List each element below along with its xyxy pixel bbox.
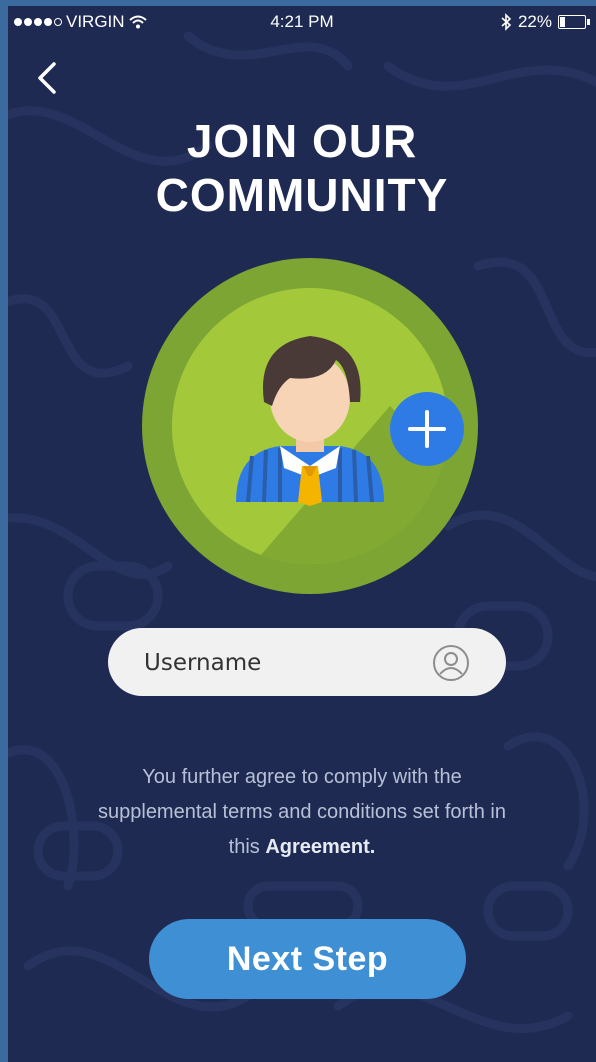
chevron-left-icon (38, 62, 56, 94)
title-line-1: JOIN OUR (186, 115, 418, 167)
username-field[interactable] (108, 628, 506, 696)
agreement-text: You further agree to comply with the sup… (88, 760, 516, 865)
battery-area: 22% (500, 12, 590, 32)
title-line-2: COMMUNITY (155, 169, 449, 221)
username-input[interactable] (142, 642, 426, 684)
battery-icon (558, 15, 586, 29)
app-screen: VIRGIN 4:21 PM 22% JOIN OUR COMMUNITY Us… (8, 6, 596, 1062)
page-title: JOIN OUR COMMUNITY (8, 114, 596, 222)
status-bar: VIRGIN 4:21 PM 22% (8, 6, 596, 38)
back-button[interactable] (30, 56, 64, 100)
plus-icon (408, 410, 446, 448)
battery-percent: 22% (517, 12, 552, 31)
add-photo-button[interactable] (390, 392, 464, 466)
next-step-button[interactable]: Next Step (149, 919, 466, 999)
agreement-link[interactable]: Agreement. (265, 836, 375, 858)
bluetooth-icon (501, 13, 512, 31)
user-circle-icon (433, 645, 469, 681)
